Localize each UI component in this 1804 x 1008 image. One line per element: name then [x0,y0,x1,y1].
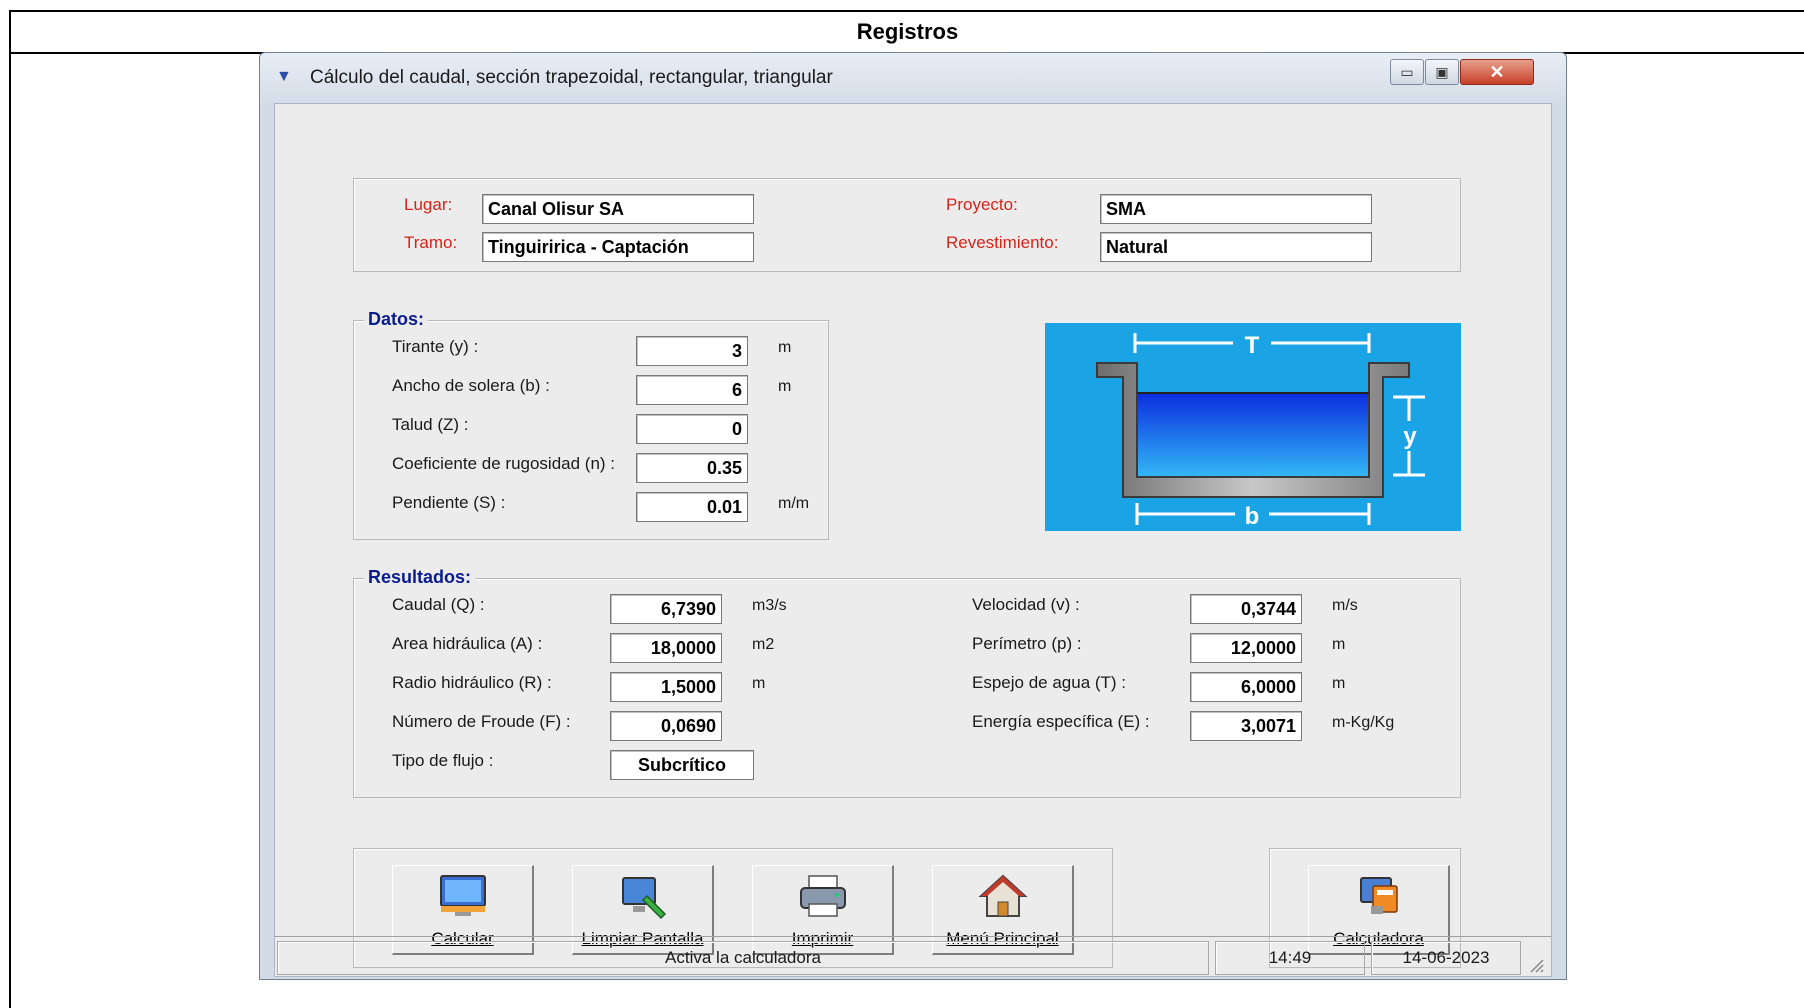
caudal-value: 6,7390 [610,594,722,624]
proyecto-field[interactable]: SMA [1100,194,1372,224]
espejo-label: Espejo de agua (T) : [972,673,1127,692]
pendiente-input[interactable]: 0.01 [636,492,748,522]
home-icon [977,874,1028,917]
area-unit: m2 [752,636,775,653]
datos-legend: Datos: [364,309,429,330]
revestimiento-label: Revestimiento: [946,233,1059,252]
tramo-label: Tramo: [404,233,458,252]
espejo-value: 6,0000 [1190,672,1302,702]
water-body [1137,393,1369,477]
talud-input[interactable]: 0 [636,414,748,444]
radio-unit: m [752,675,766,692]
resize-grip-icon[interactable] [1527,956,1545,974]
rugosidad-label: Coeficiente de rugosidad (n) : [392,454,616,473]
tramo-field[interactable]: Tinguiririca - Captación [482,232,754,262]
ancho-solera-unit: m [778,378,792,395]
document-header: Registros [11,12,1804,54]
printer-icon [799,875,846,917]
clean-screen-icon [621,877,666,920]
velocidad-value: 0,3744 [1190,594,1302,624]
energia-value: 3,0071 [1190,711,1302,741]
area-label: Area hidráulica (A) : [392,634,543,653]
client-area: Lugar: Canal Olisur SA Tramo: Tinguiriri… [274,103,1552,977]
ancho-solera-input[interactable]: 6 [636,375,748,405]
tirante-input[interactable]: 3 [636,336,748,366]
perimetro-unit: m [1332,636,1346,653]
froude-value: 0,0690 [610,711,722,741]
resultados-legend: Resultados: [364,567,476,588]
pendiente-unit: m/m [778,495,810,512]
revestimiento-field[interactable]: Natural [1100,232,1372,262]
minimize-button[interactable]: ▭ [1390,59,1424,85]
dimension-y-label: y [1403,423,1417,450]
dimension-b-label: b [1245,503,1260,530]
datos-group: Datos: Tirante (y) : 3 m Ancho de solera… [353,309,829,540]
info-group: Lugar: Canal Olisur SA Tramo: Tinguiriri… [353,178,1461,272]
ancho-solera-label: Ancho de solera (b) : [392,376,550,395]
tipo-flujo-value: Subcrítico [610,750,754,780]
status-bar: Activa la calculadora 14:49 14-06-2023 [275,936,1551,978]
channel-diagram: T y b [1045,323,1461,531]
title-bar[interactable]: ▼ Cálculo del caudal, sección trapezoida… [260,53,1566,103]
froude-label: Número de Froude (F) : [392,712,571,731]
radio-label: Radio hidráulico (R) : [392,673,552,692]
calculator-icon [1359,877,1398,914]
tipo-flujo-label: Tipo de flujo : [392,751,494,770]
caudal-unit: m3/s [752,597,787,614]
tirante-unit: m [778,339,792,356]
espejo-unit: m [1332,675,1346,692]
energia-label: Energía específica (E) : [972,712,1150,731]
lugar-label: Lugar: [404,195,453,214]
app-window: ▼ Cálculo del caudal, sección trapezoida… [259,52,1567,980]
talud-label: Talud (Z) : [392,415,469,434]
area-value: 18,0000 [610,633,722,663]
status-time: 14:49 [1215,941,1365,975]
close-button[interactable]: ✕ [1460,59,1534,85]
energia-unit: m-Kg/Kg [1332,714,1395,731]
monitor-icon [439,875,486,916]
window-title: Cálculo del caudal, sección trapezoidal,… [310,67,833,88]
dimension-t-label: T [1245,332,1260,359]
status-date: 14-06-2023 [1371,941,1521,975]
resultados-group: Resultados: Caudal (Q) : 6,7390 m3/s Are… [353,567,1461,798]
status-message: Activa la calculadora [277,941,1209,975]
tirante-label: Tirante (y) : [392,337,479,356]
caudal-label: Caudal (Q) : [392,595,485,614]
app-icon: ▼ [276,68,292,85]
proyecto-label: Proyecto: [946,195,1018,214]
maximize-button[interactable]: ▣ [1425,59,1459,85]
perimetro-label: Perímetro (p) : [972,634,1082,653]
radio-value: 1,5000 [610,672,722,702]
lugar-field[interactable]: Canal Olisur SA [482,194,754,224]
pendiente-label: Pendiente (S) : [392,493,506,512]
velocidad-label: Velocidad (v) : [972,595,1080,614]
velocidad-unit: m/s [1332,597,1358,614]
rugosidad-input[interactable]: 0.35 [636,453,748,483]
perimetro-value: 12,0000 [1190,633,1302,663]
